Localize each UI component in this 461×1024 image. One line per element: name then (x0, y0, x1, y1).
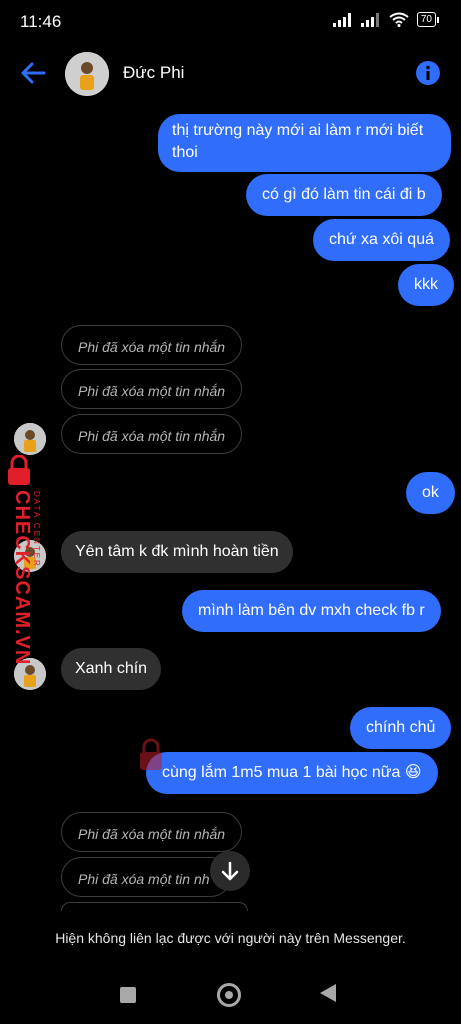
signal-icon (332, 12, 351, 27)
deleted-message: Phi đã xóa một tin nhắn (61, 414, 243, 454)
chat-header: Đức Phi (0, 46, 461, 102)
status-time: 11:46 (20, 12, 62, 31)
unavailable-notice: Hiện không liên lạc được với người này t… (55, 930, 406, 946)
watermark-subtext: DATA CENTER (32, 491, 41, 568)
contact-name[interactable]: Đức Phi (123, 63, 184, 83)
info-icon[interactable] (416, 61, 440, 85)
scroll-down-button[interactable] (210, 851, 250, 891)
deleted-message: Phi đã xóa một tin nh (61, 857, 231, 897)
recents-button[interactable] (120, 987, 136, 1003)
sender-avatar[interactable] (14, 423, 46, 455)
deleted-message-partial (61, 902, 248, 911)
signal-icon-2 (360, 12, 379, 27)
watermark: CHECKSCAM.VN DATA CENTER (4, 455, 48, 665)
status-icons: 70 (332, 12, 439, 27)
deleted-message: Phi đã xóa một tin nhắn (61, 325, 243, 365)
watermark-text: CHECKSCAM.VN (11, 490, 33, 666)
back-arrow-icon[interactable] (20, 60, 46, 86)
back-button[interactable] (320, 984, 336, 1002)
sent-message[interactable]: kkk (398, 264, 454, 306)
battery-icon: 70 (416, 12, 439, 27)
contact-avatar[interactable] (65, 52, 109, 96)
watermark-lock-icon (140, 738, 162, 770)
deleted-message: Phi đã xóa một tin nhắn (61, 812, 243, 852)
sent-message[interactable]: ok (406, 472, 455, 514)
received-message[interactable]: Xanh chín (61, 648, 162, 690)
sent-message[interactable]: chứ xa xôi quá (313, 219, 450, 261)
wifi-icon (389, 12, 409, 27)
home-button[interactable] (217, 983, 241, 1007)
system-nav-bar (0, 970, 461, 1024)
sent-message[interactable]: chính chủ (350, 707, 452, 749)
sent-message[interactable]: thị trường này mới ai làm r mới biết tho… (158, 114, 451, 172)
sent-message[interactable]: có gì đó làm tin cái đi b (246, 174, 442, 216)
deleted-message: Phi đã xóa một tin nhắn (61, 369, 243, 409)
message-text-line: thoi (172, 144, 198, 161)
status-bar: 11:46 70 (0, 0, 461, 44)
sent-message[interactable]: cùng lắm 1m5 mua 1 bài học nữa 😆 (146, 752, 438, 794)
lock-icon (8, 455, 30, 485)
arrow-down-icon (221, 861, 239, 881)
battery-level: 70 (416, 12, 436, 27)
message-text-line: thị trường này mới ai làm r mới biết (172, 122, 424, 139)
received-message[interactable]: Yên tâm k đk mình hoàn tiền (61, 531, 293, 573)
sent-message[interactable]: mình làm bên dv mxh check fb r (182, 590, 441, 632)
